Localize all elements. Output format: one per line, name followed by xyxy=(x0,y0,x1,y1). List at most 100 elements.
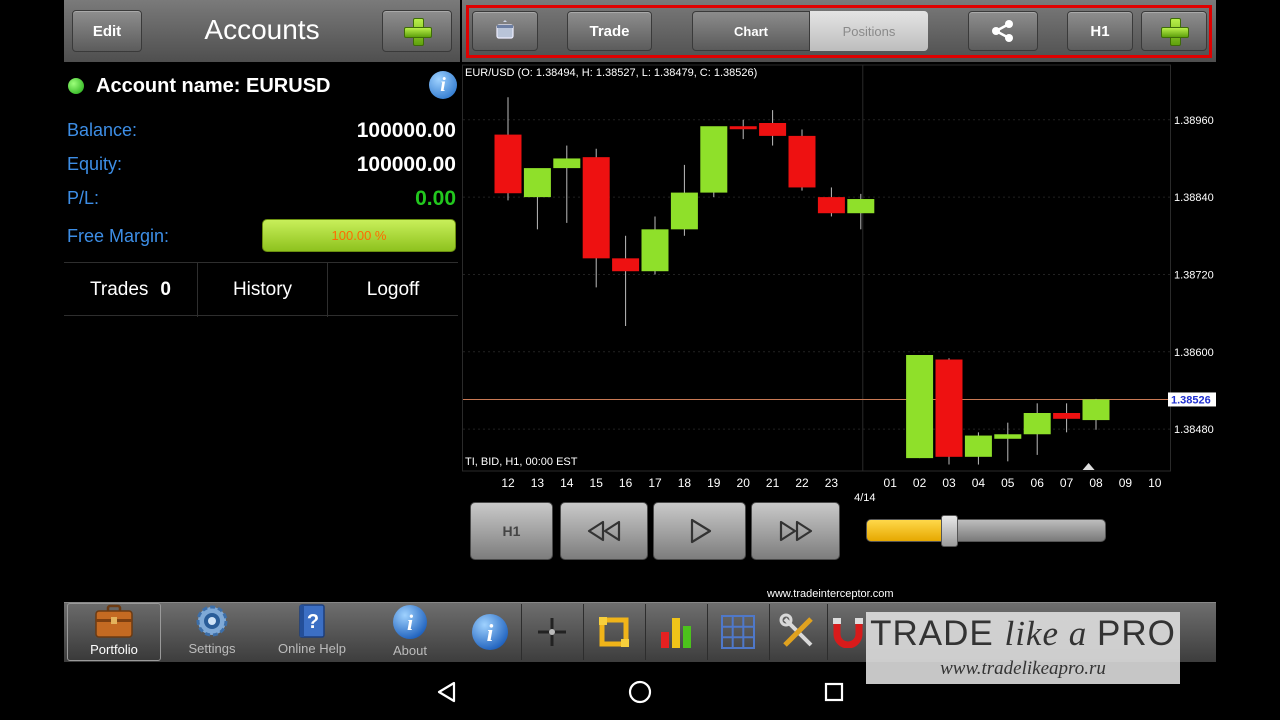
candle-up xyxy=(523,168,551,198)
balance-value: 100000.00 xyxy=(356,119,456,142)
x-tick-label: 13 xyxy=(531,476,545,490)
x-tick-label: 23 xyxy=(825,476,839,490)
speed-slider-fill xyxy=(867,520,951,541)
x-tick-label: 18 xyxy=(678,476,692,490)
candle-down xyxy=(582,157,610,259)
speed-slider[interactable] xyxy=(866,519,1106,542)
candle-down xyxy=(1053,413,1081,419)
tools-tool[interactable] xyxy=(770,603,826,661)
tool-divider xyxy=(827,604,828,660)
tab-trades[interactable]: Trades 0 xyxy=(64,263,197,317)
info-icon: i xyxy=(393,605,427,639)
chart-footer: TI, BID, H1, 00:00 EST xyxy=(465,456,578,468)
x-tick-label: 01 xyxy=(884,476,898,490)
x-tick-label: 22 xyxy=(795,476,809,490)
y-tick-label: 1.38480 xyxy=(1174,424,1214,436)
gear-icon xyxy=(196,605,228,637)
toolbar-highlight-box xyxy=(466,5,1212,58)
tab-logoff[interactable]: Logoff xyxy=(328,263,458,317)
x-tick-label: 05 xyxy=(1001,476,1015,490)
date-label: 4/14 xyxy=(854,492,875,503)
candle-down xyxy=(729,126,757,130)
candle-up xyxy=(553,158,581,169)
x-tick-label: 21 xyxy=(766,476,780,490)
candle-down xyxy=(788,135,816,188)
play-icon xyxy=(690,518,711,544)
rewind-icon xyxy=(587,520,621,542)
status-indicator-icon xyxy=(68,78,84,94)
x-tick-label: 07 xyxy=(1060,476,1074,490)
indicators-tool[interactable] xyxy=(646,603,706,661)
watermark-brand: TRADE like a PRO xyxy=(870,614,1176,653)
x-tick-label: 06 xyxy=(1031,476,1045,490)
plus-icon xyxy=(404,18,432,46)
selection-tool[interactable] xyxy=(584,603,644,661)
crosshair-icon xyxy=(538,618,566,646)
fast-forward-button[interactable] xyxy=(751,502,840,560)
grid-tool[interactable] xyxy=(708,603,768,661)
magnet-icon xyxy=(833,618,863,648)
equity-value: 100000.00 xyxy=(356,153,456,176)
y-tick-label: 1.38960 xyxy=(1174,115,1214,127)
crosshair-tool[interactable] xyxy=(522,603,582,661)
candle-up xyxy=(964,435,992,457)
rewind-button[interactable] xyxy=(560,502,648,560)
dock-portfolio[interactable]: Portfolio xyxy=(67,603,161,661)
dock-label: About xyxy=(393,643,427,658)
price-chart[interactable]: 1.38960 1.38840 1.38720 1.38600 1.38480 1.385… xyxy=(462,63,1216,503)
dock-label: Portfolio xyxy=(90,642,138,657)
svg-text:?: ? xyxy=(307,611,319,633)
speed-slider-thumb[interactable] xyxy=(941,515,958,547)
edit-button[interactable]: Edit xyxy=(72,10,142,52)
briefcase-icon xyxy=(95,604,133,638)
chart-info-tool[interactable]: i xyxy=(460,603,520,661)
home-icon xyxy=(628,680,652,704)
dock-online-help[interactable]: ? Online Help xyxy=(266,603,358,661)
candle-up xyxy=(994,434,1022,439)
candle-up xyxy=(1023,413,1051,435)
home-button[interactable] xyxy=(626,678,654,706)
candle-up xyxy=(670,192,698,230)
watermark-url: www.tradelikeapro.ru xyxy=(940,658,1106,679)
bar-chart-icon xyxy=(661,618,691,648)
grid-icon xyxy=(721,615,755,649)
info-icon[interactable]: i xyxy=(429,71,457,99)
dock-label: Settings xyxy=(188,641,236,656)
free-margin-bar: 100.00 % xyxy=(262,219,456,252)
chart-title: EUR/USD (O: 1.38494, H: 1.38527, L: 1.38… xyxy=(465,67,758,79)
candle-down xyxy=(759,123,787,136)
candle-down xyxy=(494,134,522,194)
playback-timeframe-button[interactable]: H1 xyxy=(470,502,553,560)
candle-up xyxy=(641,229,669,272)
recents-button[interactable] xyxy=(820,678,848,706)
candle-up xyxy=(847,199,875,214)
dock-about[interactable]: i About xyxy=(366,603,454,661)
candle-down xyxy=(817,197,845,214)
trades-label: Trades xyxy=(89,279,149,300)
play-button[interactable] xyxy=(653,502,746,560)
free-margin-label: Free Margin: xyxy=(67,226,170,246)
x-tick-label: 12 xyxy=(501,476,515,490)
footer-url: www.tradeinterceptor.com xyxy=(767,588,894,600)
app-root: Accounts Edit Trade Chart Positions H1 A… xyxy=(0,0,1280,720)
x-tick-label: 02 xyxy=(913,476,927,490)
pl-value: 0.00 xyxy=(415,187,456,210)
watermark: TRADE like a PRO www.tradelikeapro.ru xyxy=(866,612,1180,684)
back-button[interactable] xyxy=(432,678,460,706)
magnet-tool[interactable] xyxy=(830,603,866,661)
recents-icon xyxy=(824,682,844,702)
candle-down xyxy=(935,359,963,457)
y-tick-label: 1.38840 xyxy=(1174,192,1214,204)
add-account-button[interactable] xyxy=(382,10,452,52)
tab-history[interactable]: History xyxy=(198,263,327,317)
dock-settings[interactable]: Settings xyxy=(168,603,256,661)
selection-frame-icon xyxy=(599,617,629,647)
balance-label: Balance: xyxy=(67,120,138,140)
dock-label: Online Help xyxy=(278,641,346,656)
y-tick-label: 1.38720 xyxy=(1174,269,1214,281)
trades-count: 0 xyxy=(160,279,171,300)
candle-up xyxy=(906,355,934,459)
y-tick-label: 1.38600 xyxy=(1174,347,1214,359)
chart-plot-area xyxy=(462,64,1171,472)
svg-text:i: i xyxy=(407,610,414,635)
